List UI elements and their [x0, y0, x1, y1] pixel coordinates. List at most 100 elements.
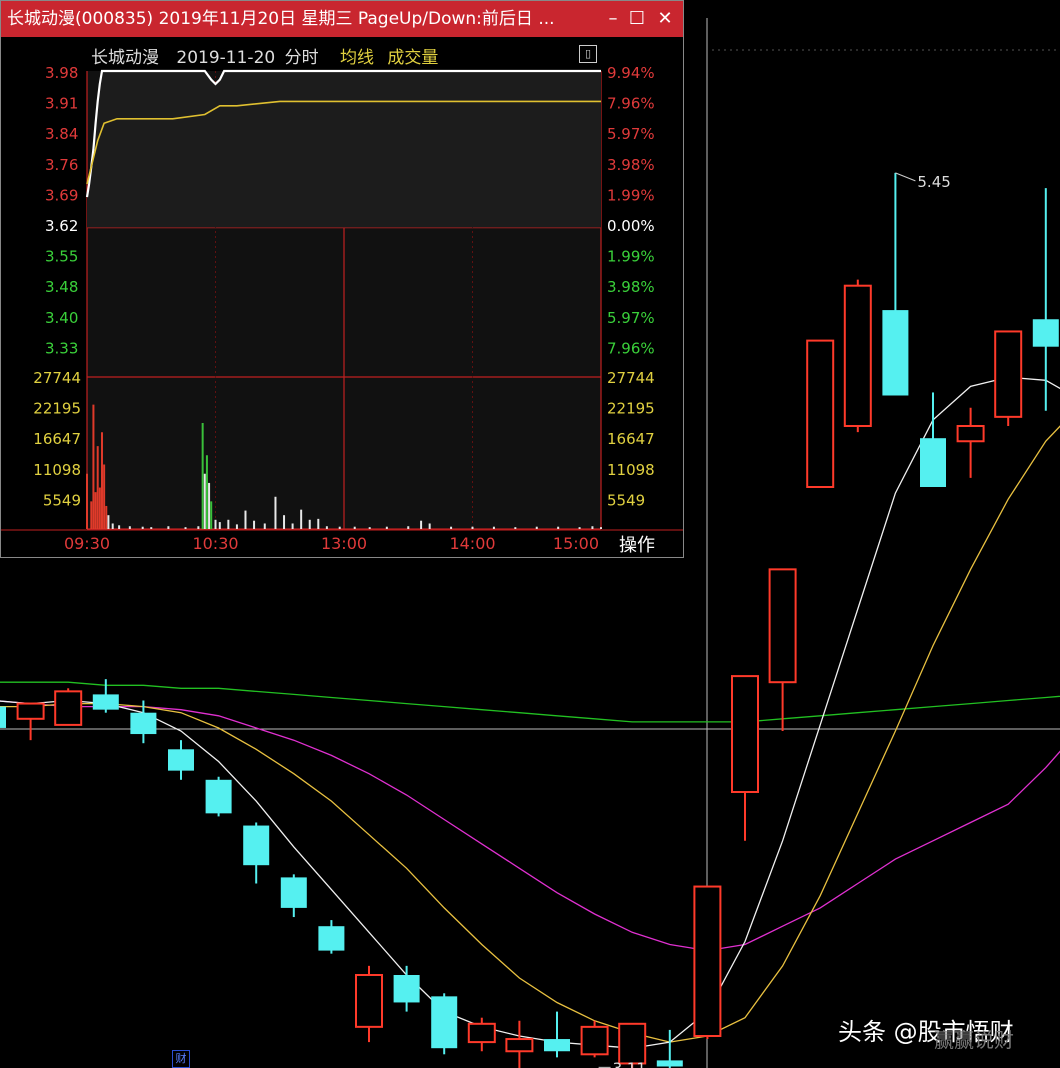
candle: [318, 920, 345, 954]
candle: [994, 330, 1023, 426]
candle: [768, 568, 797, 731]
percent-tick-label: 1.99%: [607, 248, 655, 266]
percent-tick-label: 0.00%: [607, 217, 655, 235]
candle-body: [618, 1022, 647, 1065]
volume-tick-label-left: 16647: [33, 430, 81, 448]
volume-tick-label-right: 5549: [607, 491, 645, 509]
candle: [16, 702, 45, 741]
corner-tag: 财: [172, 1050, 190, 1068]
candle-body: [0, 706, 6, 728]
candle-body: [580, 1025, 609, 1056]
candle-body: [318, 926, 345, 951]
candle-body: [882, 310, 909, 396]
price-tick-label: 3.69: [45, 186, 78, 204]
price-tick-label: 3.62: [45, 217, 78, 235]
candle-body: [393, 975, 420, 1003]
percent-tick-label: 7.96%: [607, 339, 655, 357]
candle-body: [355, 974, 383, 1028]
percent-tick-label: 9.94%: [607, 64, 655, 82]
operation-button[interactable]: 操作: [619, 531, 655, 557]
intraday-minute-chart: 3.98 9.94% 3.91 7.96% 3.84 5.97% 3.76 3.98% 3.69…: [1, 64, 683, 553]
candle: [0, 706, 6, 728]
price-area: [87, 71, 601, 228]
candle-body: [1032, 319, 1059, 347]
high-marker-line: [895, 172, 916, 182]
ma-line-green: [0, 681, 1060, 723]
candle: [693, 885, 722, 1040]
candle: [843, 279, 872, 433]
candle: [882, 172, 909, 396]
time-tick-label: 09:30: [64, 534, 110, 553]
low-price-label: 3.11: [613, 1059, 646, 1068]
percent-tick-label: 5.97%: [607, 125, 655, 143]
candle-body: [505, 1038, 534, 1053]
candle-body: [243, 825, 270, 866]
candle: [393, 965, 420, 1012]
time-tick-label: 14:00: [449, 534, 495, 553]
volume-tick-label-right: 11098: [607, 461, 655, 479]
candle: [731, 675, 759, 841]
time-tick-label: 10:30: [192, 534, 238, 553]
candle: [806, 339, 835, 488]
candle-body: [130, 712, 157, 735]
price-tick-label: 3.98: [45, 64, 78, 82]
volume-tick-label-right: 22195: [607, 400, 655, 418]
percent-tick-label: 7.96%: [607, 95, 655, 113]
candle-body: [731, 675, 759, 793]
candle-body: [16, 702, 45, 720]
candle-body: [920, 438, 946, 487]
volume-tick-label-left: 5549: [43, 491, 81, 509]
candle-body: [806, 339, 835, 488]
volume-tick-label-left: 27744: [33, 369, 81, 387]
candle-body: [205, 779, 232, 814]
candle: [544, 1011, 570, 1058]
candle-body: [956, 425, 985, 443]
candle: [54, 688, 83, 726]
candle-body: [544, 1039, 570, 1052]
volume-tick-label-right: 27744: [607, 369, 655, 387]
candle: [431, 993, 458, 1055]
candle: [505, 1020, 534, 1068]
candle-body: [467, 1022, 496, 1044]
candle: [243, 822, 270, 884]
price-tick-label: 3.48: [45, 278, 78, 296]
candle: [205, 776, 232, 817]
time-tick-label: 15:00: [553, 534, 599, 553]
candle-body: [168, 749, 194, 771]
candle-body: [693, 885, 722, 1037]
percent-tick-label: 3.98%: [607, 278, 655, 296]
price-tick-label: 3.91: [45, 95, 78, 113]
candle-body: [656, 1060, 683, 1067]
candle-body: [54, 690, 83, 726]
price-tick-label: 3.55: [45, 248, 78, 266]
percent-tick-label: 5.97%: [607, 309, 655, 327]
candle: [920, 392, 946, 487]
candle: [656, 1029, 683, 1068]
intraday-popup-window[interactable]: 长城动漫(000835) 2019年11月20日 星期三 PageUp/Down…: [0, 0, 684, 558]
candle-body: [431, 996, 458, 1049]
watermark-ghost: 赢赢说财: [934, 1028, 1014, 1052]
candle: [355, 965, 383, 1043]
time-tick-label: 13:00: [321, 534, 367, 553]
candle-body: [92, 694, 119, 710]
candle-body: [768, 568, 797, 684]
price-tick-label: 3.76: [45, 156, 78, 174]
candle-body: [280, 877, 307, 908]
candle: [168, 740, 194, 780]
candle: [580, 1020, 609, 1058]
volume-tick-label-left: 11098: [33, 461, 81, 479]
percent-tick-label: 1.99%: [607, 186, 655, 204]
candle: [280, 874, 307, 918]
candle: [956, 407, 985, 478]
price-tick-label: 3.40: [45, 309, 78, 327]
candle-body: [994, 330, 1023, 418]
volume-tick-label-left: 22195: [33, 400, 81, 418]
volume-tick-label-right: 16647: [607, 430, 655, 448]
watermark: 头条 @股市悟财 赢赢说财: [838, 1012, 1014, 1052]
percent-tick-label: 3.98%: [607, 156, 655, 174]
candle: [1032, 188, 1059, 411]
candle-body: [843, 284, 872, 428]
ma-line-magenta: [0, 700, 1060, 952]
price-tick-label: 3.33: [45, 339, 78, 357]
price-tick-label: 3.84: [45, 125, 78, 143]
